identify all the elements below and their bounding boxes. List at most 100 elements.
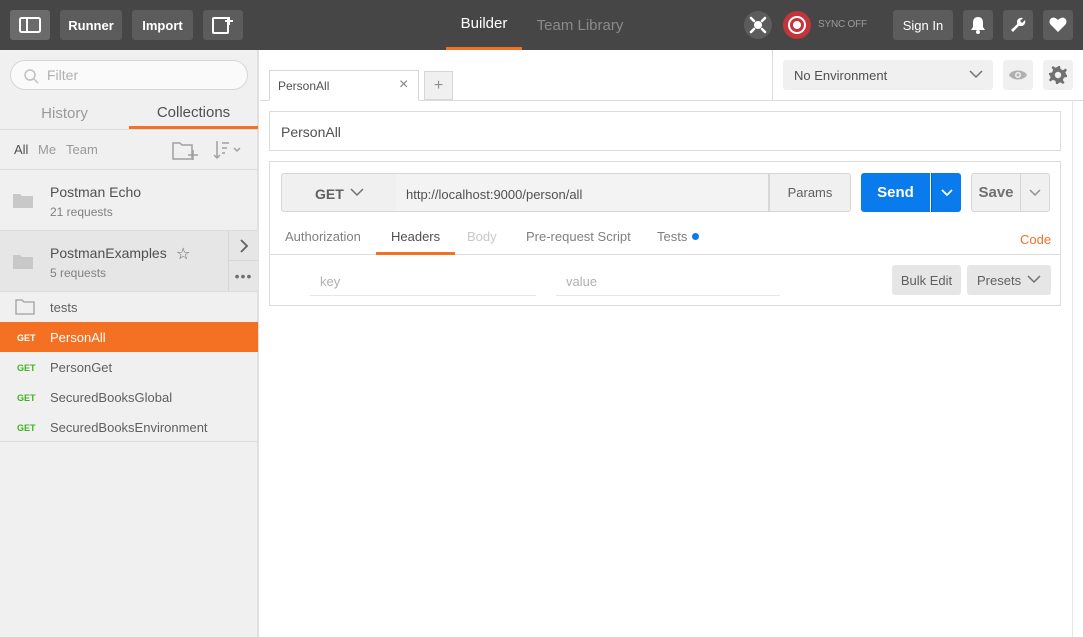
tab-collections[interactable]: Collections [129,98,258,129]
new-tab-button[interactable] [203,10,243,40]
manage-environments-button[interactable] [1043,60,1073,90]
folder-icon [13,194,33,208]
folder-icon [13,255,33,269]
interceptor-icon[interactable] [744,11,772,39]
request-tab-strip: PersonAll × + [260,50,772,101]
open-request-tab[interactable]: PersonAll × [269,70,419,101]
method-select[interactable]: GET [281,173,397,212]
request-name: SecuredBooksEnvironment [50,420,208,435]
request-item[interactable]: GET PersonAll [0,322,258,352]
sort-icon[interactable] [212,139,242,161]
filter-field[interactable] [10,60,248,90]
settings-button[interactable] [1003,10,1033,40]
save-options-button[interactable] [1020,173,1050,212]
sidebar-layout-icon [19,17,41,33]
tab-authorization[interactable]: Authorization [285,229,361,244]
search-icon [24,69,39,84]
import-button[interactable]: Import [132,10,193,40]
request-name: PersonAll [50,330,106,345]
new-window-icon [212,17,233,34]
environment-quick-look-button[interactable] [1003,60,1033,90]
send-button[interactable]: Send [861,173,930,212]
add-tab-button[interactable]: + [424,71,453,100]
tab-headers[interactable]: Headers [376,229,456,255]
request-method: GET [17,393,36,403]
main-panel: PersonAll × + No Environment PersonAll G… [260,50,1083,637]
request-method: GET [17,333,36,343]
presets-button[interactable]: Presets [967,265,1051,295]
open-tab-label: PersonAll [278,79,330,93]
filter-input[interactable] [47,67,237,83]
divider [0,441,258,442]
presets-label: Presets [977,273,1022,288]
tab-team-library[interactable]: Team Library [528,0,632,50]
sync-icon[interactable] [783,11,811,39]
more-icon[interactable]: ••• [228,261,258,291]
collection-filter-row: All Me Team [0,129,258,170]
chevron-down-icon [940,188,953,196]
request-name-field[interactable]: PersonAll [269,111,1061,151]
collection-name: PostmanExamples [50,245,167,261]
filter-me[interactable]: Me [38,142,56,157]
request-builder: GET Params Send Save Authorization Heade… [269,161,1061,306]
bell-icon [971,17,985,34]
request-name: PersonGet [50,360,113,375]
folder-name: tests [50,300,78,315]
chevron-down-icon [1027,275,1041,284]
collection-item[interactable]: Postman Echo 21 requests [0,170,258,231]
gear-icon [1049,66,1067,84]
chevron-down-icon [1029,188,1041,196]
sidebar-tabs: History Collections [0,98,258,129]
request-item[interactable]: GET SecuredBooksGlobal [0,382,258,412]
sign-in-button[interactable]: Sign In [893,10,953,40]
url-field[interactable] [396,173,769,212]
bulk-edit-button[interactable]: Bulk Edit [892,265,961,295]
header-value-input[interactable] [566,273,766,289]
tab-builder[interactable]: Builder [446,0,522,50]
code-link[interactable]: Code [1020,232,1051,247]
method-label: GET [315,186,344,202]
request-item[interactable]: GET SecuredBooksEnvironment [0,412,258,442]
tab-history[interactable]: History [0,98,129,129]
save-button[interactable]: Save [971,173,1021,212]
runner-button[interactable]: Runner [60,10,122,40]
tests-indicator-dot [692,233,700,240]
chevron-right-icon [239,238,248,253]
notifications-button[interactable] [963,10,993,40]
eye-icon [1009,70,1027,80]
collection-item[interactable]: PostmanExamples ☆ 5 requests ••• [0,231,258,292]
header-key-input[interactable] [320,273,520,289]
heart-button[interactable] [1043,10,1073,40]
close-icon[interactable]: × [399,76,408,94]
url-input[interactable] [406,186,756,202]
collection-name: Postman Echo [50,184,142,200]
environment-select[interactable]: No Environment [783,60,993,90]
params-button[interactable]: Params [769,173,851,212]
tab-pre-request-script[interactable]: Pre-request Script [526,229,631,244]
filter-team[interactable]: Team [66,142,98,157]
request-method: GET [17,363,36,373]
folder-item[interactable]: tests [0,292,258,322]
header-key-field[interactable] [310,265,536,296]
request-name: SecuredBooksGlobal [50,390,173,405]
filter-all[interactable]: All [14,142,28,157]
send-options-button[interactable] [931,173,961,212]
request-method: GET [17,423,36,433]
wrench-icon [1011,17,1026,32]
tab-tests[interactable]: Tests [657,229,700,244]
tab-body[interactable]: Body [467,229,497,244]
new-collection-icon[interactable] [172,139,198,161]
environment-label: No Environment [794,68,888,83]
star-icon[interactable]: ☆ [176,244,190,264]
chevron-down-icon [969,70,983,79]
request-name-label: PersonAll [281,124,341,140]
sidebar-toggle-button[interactable] [10,10,50,40]
collection-count: 5 requests [50,266,107,280]
expand-collection-button[interactable] [228,231,258,261]
header-value-field[interactable] [556,265,780,296]
tab-tests-label: Tests [657,229,688,244]
heart-icon [1049,17,1067,32]
sync-status: SYNC OFF [818,19,867,30]
request-item[interactable]: GET PersonGet [0,352,258,382]
environment-bar: No Environment [772,50,1083,101]
